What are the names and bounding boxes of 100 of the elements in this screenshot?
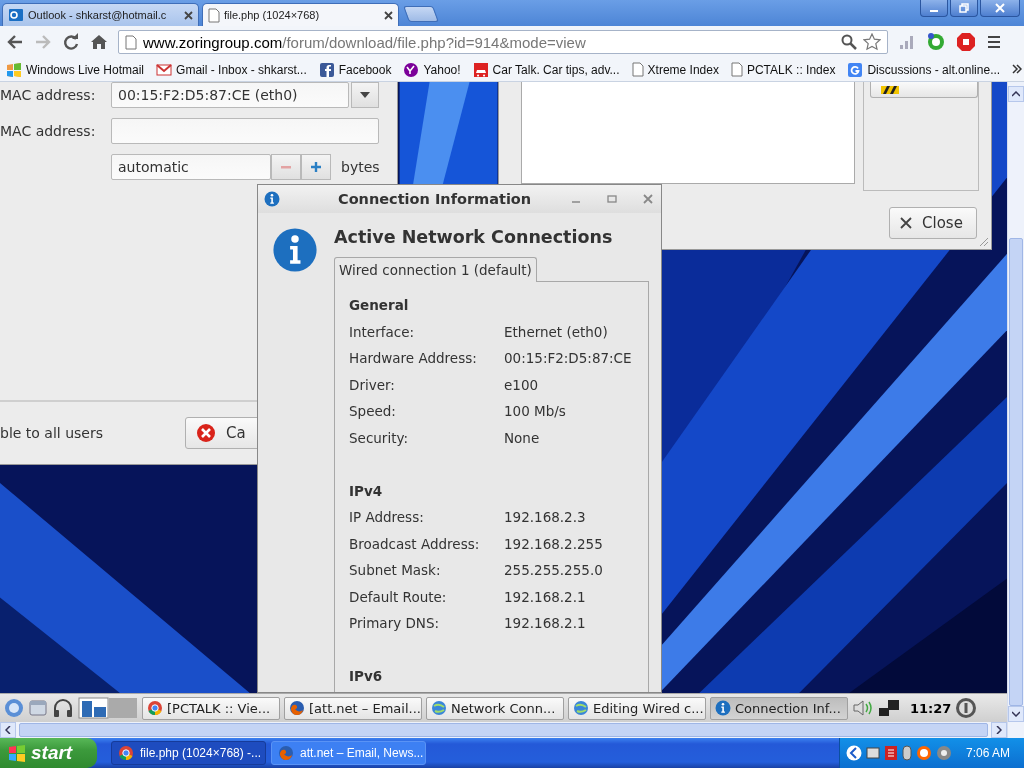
scroll-down-button[interactable]: [1008, 706, 1024, 722]
connection-tab[interactable]: Wired connection 1 (default): [334, 257, 537, 282]
firefox-icon: [289, 700, 305, 716]
minimize-button[interactable]: [920, 0, 948, 17]
taskbar-button[interactable]: [PCTALK :: Vie...: [142, 696, 280, 720]
section-title: General: [349, 297, 409, 314]
headphones-icon[interactable]: [52, 698, 74, 718]
delete-button[interactable]: [870, 82, 978, 98]
home-icon[interactable]: [90, 33, 108, 51]
close-button[interactable]: [980, 0, 1020, 17]
field-label: MAC address:: [0, 123, 96, 139]
chevron-icon[interactable]: [1012, 63, 1023, 74]
mail-icon: [156, 61, 173, 78]
back-icon[interactable]: [6, 33, 24, 51]
scrollbar-thumb[interactable]: [19, 723, 988, 737]
property-value: 100 Mb/s: [504, 403, 567, 420]
maximize-icon[interactable]: [607, 194, 617, 204]
scrollbar-thumb[interactable]: [1009, 238, 1023, 706]
star-icon[interactable]: [863, 33, 881, 51]
mouse-icon[interactable]: [901, 745, 912, 761]
page-icon: [730, 62, 743, 77]
close-icon[interactable]: [184, 10, 193, 20]
chrome-icon: [147, 700, 163, 716]
dropdown-button[interactable]: [351, 82, 379, 108]
extension-icon[interactable]: [926, 32, 946, 52]
property-label: Hardware Address:: [349, 350, 478, 367]
section-title: IPv6: [349, 668, 383, 685]
power-icon[interactable]: [955, 697, 978, 719]
facebook-icon: [318, 61, 335, 78]
dialog-heading: Active Network Connections: [334, 227, 614, 249]
new-tab-button[interactable]: [403, 6, 439, 22]
taskbar-button[interactable]: Editing Wired c...: [568, 696, 706, 720]
stop-icon[interactable]: [956, 32, 976, 52]
network-icon[interactable]: [878, 699, 900, 717]
scroll-right-button[interactable]: [991, 722, 1007, 738]
bookmark-link[interactable]: Discussions - alt.online...: [847, 61, 1001, 78]
close-icon[interactable]: [900, 217, 912, 229]
property-label: Subnet Mask:: [349, 562, 442, 579]
taskbar-button[interactable]: [att.net – Email...: [284, 696, 422, 720]
address-bar[interactable]: www.zoringroup.com/forum/download/file.php?id=914&mode=view: [118, 30, 888, 54]
scroll-up-button[interactable]: [1008, 86, 1024, 102]
close-icon: [995, 3, 1005, 13]
zoom-icon[interactable]: [841, 34, 857, 50]
workspace-switcher[interactable]: [78, 697, 138, 719]
unit-label: bytes: [341, 159, 380, 175]
property-label: Speed:: [349, 403, 397, 420]
taskbar-button[interactable]: Network Conn...: [426, 696, 564, 720]
outlook-icon: [8, 7, 24, 23]
info-icon: [715, 700, 731, 716]
mtu-input-field[interactable]: automatic: [111, 154, 271, 180]
taskbar-button[interactable]: Connection Inf...: [710, 696, 848, 720]
property-label: Primary DNS:: [349, 615, 441, 632]
taskbar-button[interactable]: att.net – Email, News...: [271, 741, 426, 765]
windows-icon: [6, 61, 22, 78]
property-value: 192.168.2.3: [504, 509, 587, 526]
page-icon: [208, 7, 220, 23]
start-button[interactable]: start: [0, 738, 97, 768]
mac-input-field[interactable]: [111, 118, 379, 144]
bookmark-link[interactable]: Facebook: [318, 61, 392, 78]
property-label: Broadcast Address:: [349, 535, 481, 552]
bookmark-link[interactable]: Xtreme Index: [631, 62, 719, 77]
property-label: IP Address:: [349, 509, 425, 526]
firefox-icon: [278, 745, 294, 761]
window-title: Connection Information: [338, 191, 533, 207]
clock: 7:06 AM: [965, 746, 1010, 760]
page-icon: [631, 62, 644, 77]
bookmark-link[interactable]: Yahoo!: [403, 61, 461, 78]
page-icon: [125, 34, 137, 50]
clock: 11:27: [910, 700, 952, 716]
chevron-icon[interactable]: [845, 745, 862, 761]
browser-tab[interactable]: file.php (1024×768): [202, 3, 399, 26]
globe-icon: [431, 700, 447, 716]
restore-button[interactable]: [950, 0, 978, 17]
plus-icon: [311, 162, 321, 172]
drive-icon[interactable]: [865, 746, 880, 760]
close-icon[interactable]: [384, 10, 393, 20]
section-title: IPv4: [349, 482, 383, 499]
property-value: 192.168.2.1: [504, 615, 587, 632]
restore-icon: [959, 3, 969, 13]
bookmark-link[interactable]: Car Talk. Car tips, adv...: [472, 61, 620, 78]
checkbox-label: ble to all users: [0, 425, 103, 441]
bookmark-link[interactable]: Gmail - Inbox - shkarst...: [156, 61, 307, 78]
resize-grip-icon[interactable]: [979, 237, 989, 247]
increase-button[interactable]: [301, 154, 331, 180]
taskbar-button[interactable]: file.php (1024×768) -...: [111, 741, 266, 765]
property-value: 255.255.255.0: [504, 562, 604, 579]
bookmark-link[interactable]: PCTALK :: Index: [730, 62, 836, 77]
property-value: 00:15:F2:D5:87:CE: [504, 350, 633, 367]
mac-dropdown[interactable]: 00:15:F2:D5:87:CE (eth0): [111, 82, 349, 108]
property-label: Default Route:: [349, 588, 448, 605]
menu-icon[interactable]: [986, 34, 1002, 50]
browser-tab[interactable]: Outlook - shkarst@hotmail.c: [2, 3, 199, 26]
property-value: Ethernet (eth0): [504, 323, 609, 340]
property-value: None: [504, 429, 541, 446]
scroll-left-button[interactable]: [0, 722, 16, 738]
property-value: 192.168.2.1: [504, 588, 587, 605]
close-button[interactable]: Close: [889, 207, 977, 239]
field-label: MAC address:: [0, 87, 96, 103]
bookmark-link[interactable]: Windows Live Hotmail: [6, 61, 145, 78]
reload-icon[interactable]: [62, 33, 80, 51]
